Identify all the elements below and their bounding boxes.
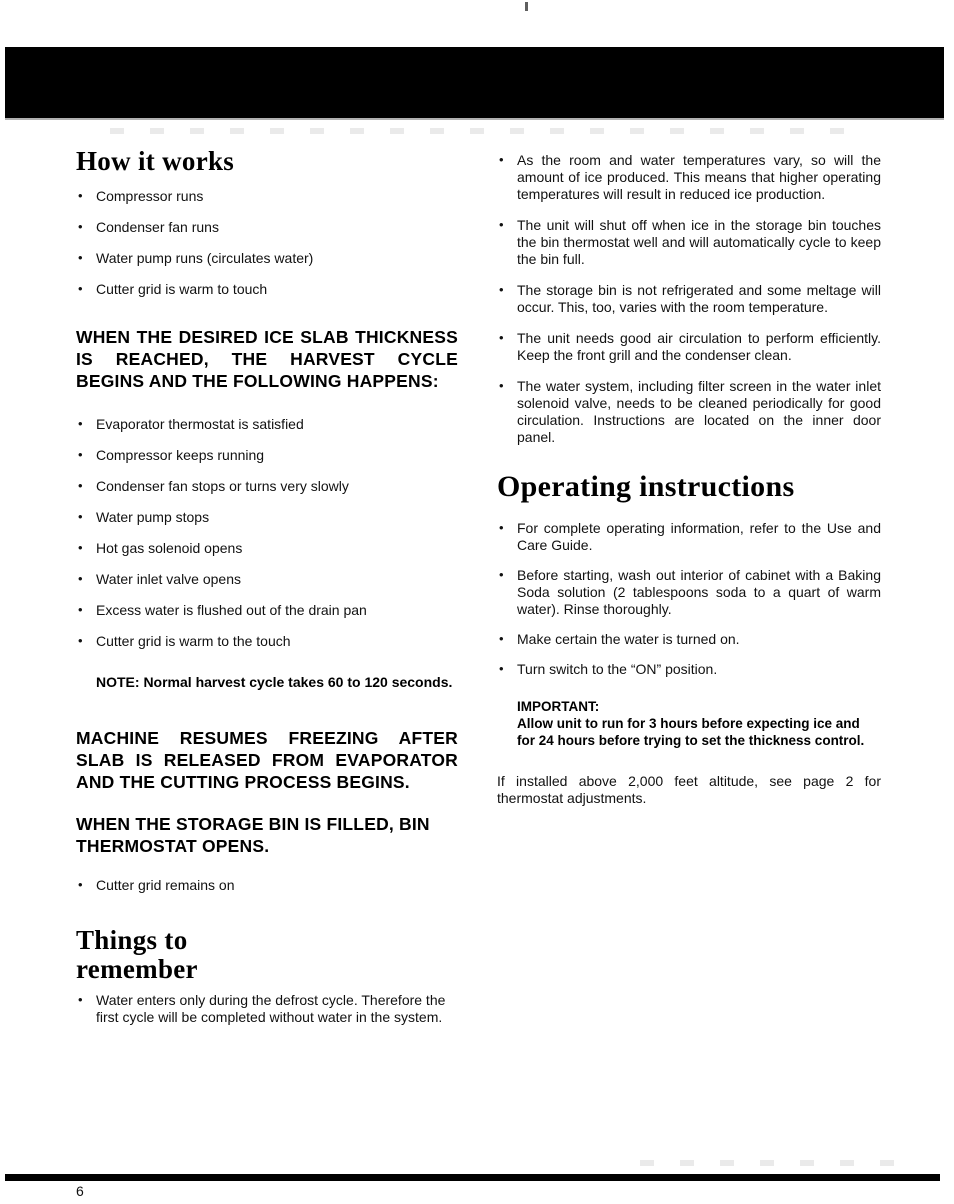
list-item: Compressor keeps running	[76, 446, 458, 464]
list-harvest-cycle: Evaporator thermostat is satisfied Compr…	[76, 415, 458, 650]
scan-noise-top	[110, 128, 870, 134]
list-how-it-works: Compressor runs Condenser fan runs Water…	[76, 187, 458, 298]
left-column: How it works Compressor runs Condenser f…	[76, 146, 458, 1026]
page-number: 6	[76, 1183, 84, 1199]
list-item: Make certain the water is turned on.	[497, 630, 881, 648]
list-item: Condenser fan stops or turns very slowly	[76, 477, 458, 495]
list-things-to-remember-continued: As the room and water temperatures vary,…	[497, 151, 881, 446]
heading-operating-instructions: Operating instructions	[497, 470, 795, 503]
list-things-to-remember: Water enters only during the defrost cyc…	[76, 991, 458, 1026]
list-item: Evaporator thermostat is satisfied	[76, 415, 458, 433]
list-item: The unit will shut off when ice in the s…	[497, 216, 881, 268]
list-item: The water system, including filter scree…	[497, 377, 881, 446]
header-black-bar	[5, 47, 944, 120]
list-item: As the room and water temperatures vary,…	[497, 151, 881, 203]
list-item: Excess water is flushed out of the drain…	[76, 601, 458, 619]
heading-machine-resumes-freezing: MACHINE RESUMES FREEZING AFTER SLAB IS R…	[76, 728, 458, 792]
list-item: Turn switch to the “ON” position.	[497, 660, 881, 678]
heading-how-it-works: How it works	[76, 146, 235, 176]
right-column: As the room and water temperatures vary,…	[497, 151, 881, 807]
list-item: Water enters only during the defrost cyc…	[76, 991, 458, 1026]
heading-things-to-remember-line1: Things to	[76, 925, 188, 955]
important-text: Allow unit to run for 3 hours before exp…	[517, 716, 865, 748]
altitude-note: If installed above 2,000 feet altitude, …	[497, 773, 881, 806]
list-item: The storage bin is not refrigerated and …	[497, 281, 881, 316]
important-label: IMPORTANT:	[517, 699, 600, 714]
heading-harvest-cycle: WHEN THE DESIRED ICE SLAB THICKNESS IS R…	[76, 327, 458, 391]
list-item: Water pump stops	[76, 508, 458, 526]
scan-noise-bottom	[640, 1160, 920, 1166]
note-harvest-cycle-duration: NOTE: Normal harvest cycle takes 60 to 1…	[96, 674, 453, 690]
list-item: Water pump runs (circulates water)	[76, 249, 458, 267]
important-notice: IMPORTANT: Allow unit to run for 3 hours…	[497, 698, 881, 749]
list-item: Cutter grid remains on	[76, 876, 458, 894]
list-item: Compressor runs	[76, 187, 458, 205]
list-item: Cutter grid is warm to touch	[76, 280, 458, 298]
footer-black-rule	[5, 1174, 940, 1181]
list-item: Hot gas solenoid opens	[76, 539, 458, 557]
list-item: For complete operating information, refe…	[497, 519, 881, 554]
list-operating-instructions: For complete operating information, refe…	[497, 519, 881, 678]
heading-things-to-remember-line2: remember	[76, 954, 198, 984]
list-item: Water inlet valve opens	[76, 570, 458, 588]
list-item: The unit needs good air circulation to p…	[497, 329, 881, 364]
list-item: Before starting, wash out interior of ca…	[497, 566, 881, 618]
heading-storage-bin-filled: WHEN THE STORAGE BIN IS FILLED, BIN THER…	[76, 814, 430, 856]
list-storage-bin: Cutter grid remains on	[76, 876, 458, 894]
scan-artifact-speck	[525, 2, 528, 11]
list-item: Condenser fan runs	[76, 218, 458, 236]
heading-things-to-remember: Things to remember	[76, 926, 458, 984]
list-item: Cutter grid is warm to the touch	[76, 632, 458, 650]
